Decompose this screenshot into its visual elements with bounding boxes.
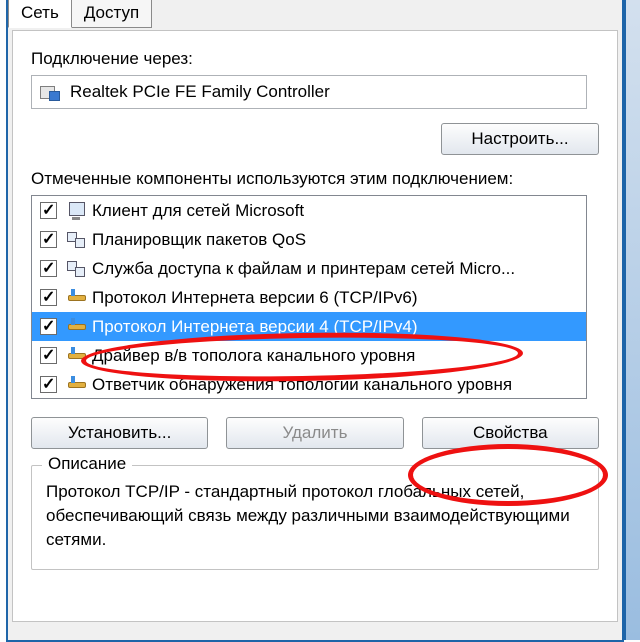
connect-using-label: Подключение через:	[31, 49, 599, 69]
list-item[interactable]: Планировщик пакетов QoS	[32, 225, 586, 254]
list-item[interactable]: Протокол Интернета версии 6 (TCP/IPv6)	[32, 283, 586, 312]
protocol-icon	[66, 289, 86, 307]
item-checkbox[interactable]	[40, 231, 57, 248]
components-list[interactable]: Клиент для сетей Microsoft Планировщик п…	[31, 195, 587, 399]
protocol-icon	[66, 318, 86, 336]
item-checkbox[interactable]	[40, 289, 57, 306]
install-button[interactable]: Установить...	[31, 417, 208, 449]
list-item-selected[interactable]: Протокол Интернета версии 4 (TCP/IPv4)	[32, 312, 586, 341]
tab-strip: Сеть Доступ	[8, 0, 622, 28]
item-label: Клиент для сетей Microsoft	[92, 201, 304, 221]
item-label: Протокол Интернета версии 6 (TCP/IPv6)	[92, 288, 418, 308]
configure-button[interactable]: Настроить...	[441, 123, 599, 155]
description-title: Описание	[42, 454, 132, 474]
properties-window: Сеть Доступ Подключение через: Realtek P…	[6, 0, 624, 642]
list-item[interactable]: Служба доступа к файлам и принтерам сете…	[32, 254, 586, 283]
tab-panel: Подключение через: Realtek PCIe FE Famil…	[12, 30, 618, 622]
tab-access[interactable]: Доступ	[71, 0, 152, 28]
item-label: Протокол Интернета версии 4 (TCP/IPv4)	[92, 317, 418, 337]
uninstall-button: Удалить	[226, 417, 403, 449]
window-edge	[624, 0, 640, 640]
description-group: Описание Протокол TCP/IP - стандартный п…	[31, 465, 599, 570]
service-icon	[66, 260, 86, 278]
item-checkbox[interactable]	[40, 347, 57, 364]
list-item[interactable]: Клиент для сетей Microsoft	[32, 196, 586, 225]
item-label: Драйвер в/в тополога канального уровня	[92, 346, 415, 366]
description-text: Протокол TCP/IP - стандартный протокол г…	[46, 480, 584, 551]
client-icon	[66, 202, 86, 220]
item-label: Служба доступа к файлам и принтерам сете…	[92, 259, 515, 279]
item-checkbox[interactable]	[40, 202, 57, 219]
list-item[interactable]: Драйвер в/в тополога канального уровня	[32, 341, 586, 370]
service-icon	[66, 231, 86, 249]
item-checkbox[interactable]	[40, 260, 57, 277]
protocol-icon	[66, 376, 86, 394]
button-row: Установить... Удалить Свойства	[31, 417, 599, 449]
properties-button[interactable]: Свойства	[422, 417, 599, 449]
list-item[interactable]: Ответчик обнаружения топологии канальног…	[32, 370, 586, 399]
tab-network[interactable]: Сеть	[8, 0, 72, 28]
adapter-field[interactable]: Realtek PCIe FE Family Controller	[31, 75, 587, 109]
adapter-name: Realtek PCIe FE Family Controller	[70, 82, 330, 102]
item-checkbox[interactable]	[40, 318, 57, 335]
item-label: Планировщик пакетов QoS	[92, 230, 306, 250]
item-checkbox[interactable]	[40, 376, 57, 393]
protocol-icon	[66, 347, 86, 365]
item-label: Ответчик обнаружения топологии канальног…	[92, 375, 512, 395]
nic-icon	[40, 83, 60, 101]
components-label: Отмеченные компоненты используются этим …	[31, 169, 599, 189]
